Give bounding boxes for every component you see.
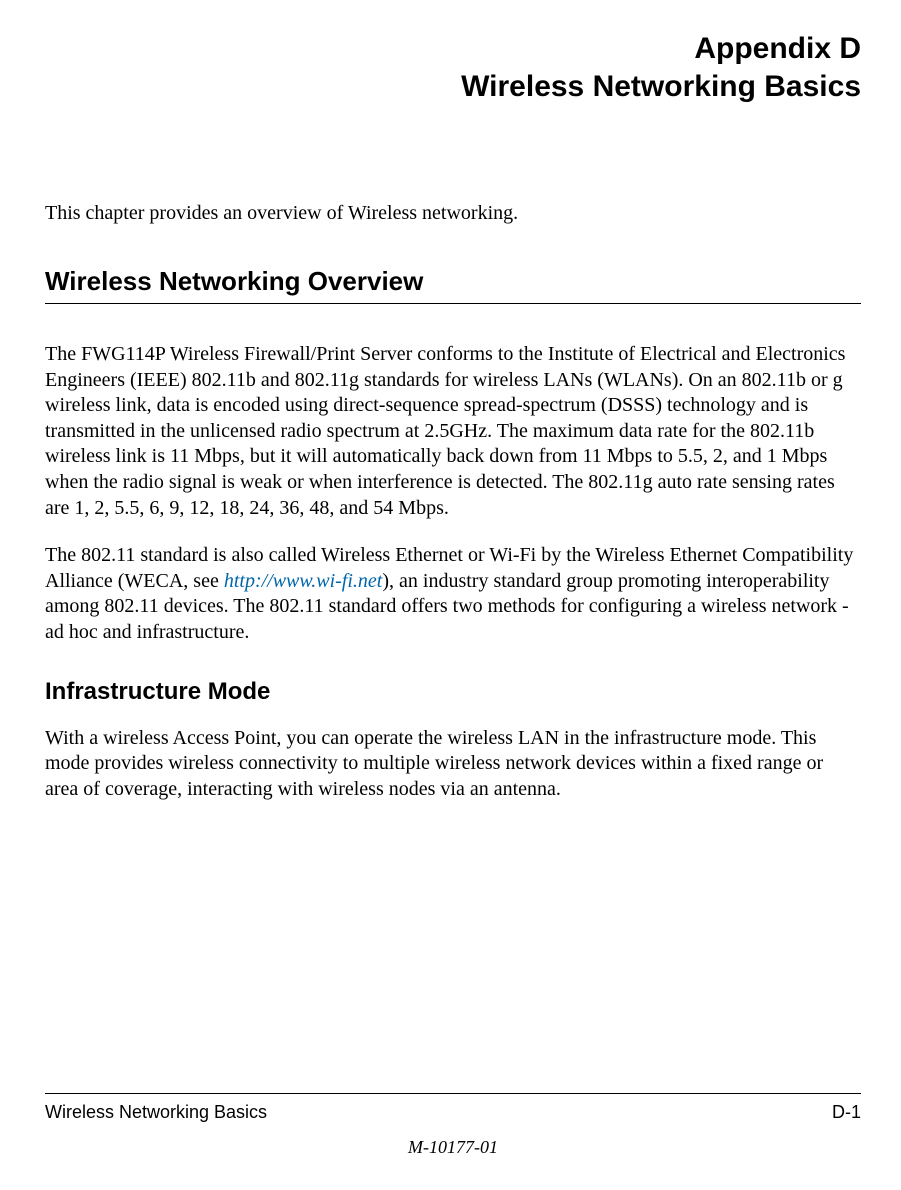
footer-left: Wireless Networking Basics [45,1102,267,1123]
overview-paragraph-1: The FWG114P Wireless Firewall/Print Serv… [45,342,861,521]
intro-paragraph: This chapter provides an overview of Wir… [45,200,861,226]
page-footer: Wireless Networking Basics D-1 M-10177-0… [45,1093,861,1158]
footer-row: Wireless Networking Basics D-1 [45,1102,861,1123]
section-rule [45,303,861,304]
section-heading-infrastructure: Infrastructure Mode [45,678,861,706]
wifi-link[interactable]: http://www.wi-fi.net [224,570,383,592]
title-line1: Appendix D [45,30,861,68]
overview-paragraph-2: The 802.11 standard is also called Wirel… [45,543,861,645]
footer-rule [45,1093,861,1094]
page-title-block: Appendix D Wireless Networking Basics [45,30,861,105]
infrastructure-paragraph-1: With a wireless Access Point, you can op… [45,726,861,803]
title-line2: Wireless Networking Basics [45,68,861,106]
footer-code: M-10177-01 [45,1137,861,1158]
footer-right: D-1 [832,1102,861,1123]
section-heading-overview: Wireless Networking Overview [45,266,861,297]
